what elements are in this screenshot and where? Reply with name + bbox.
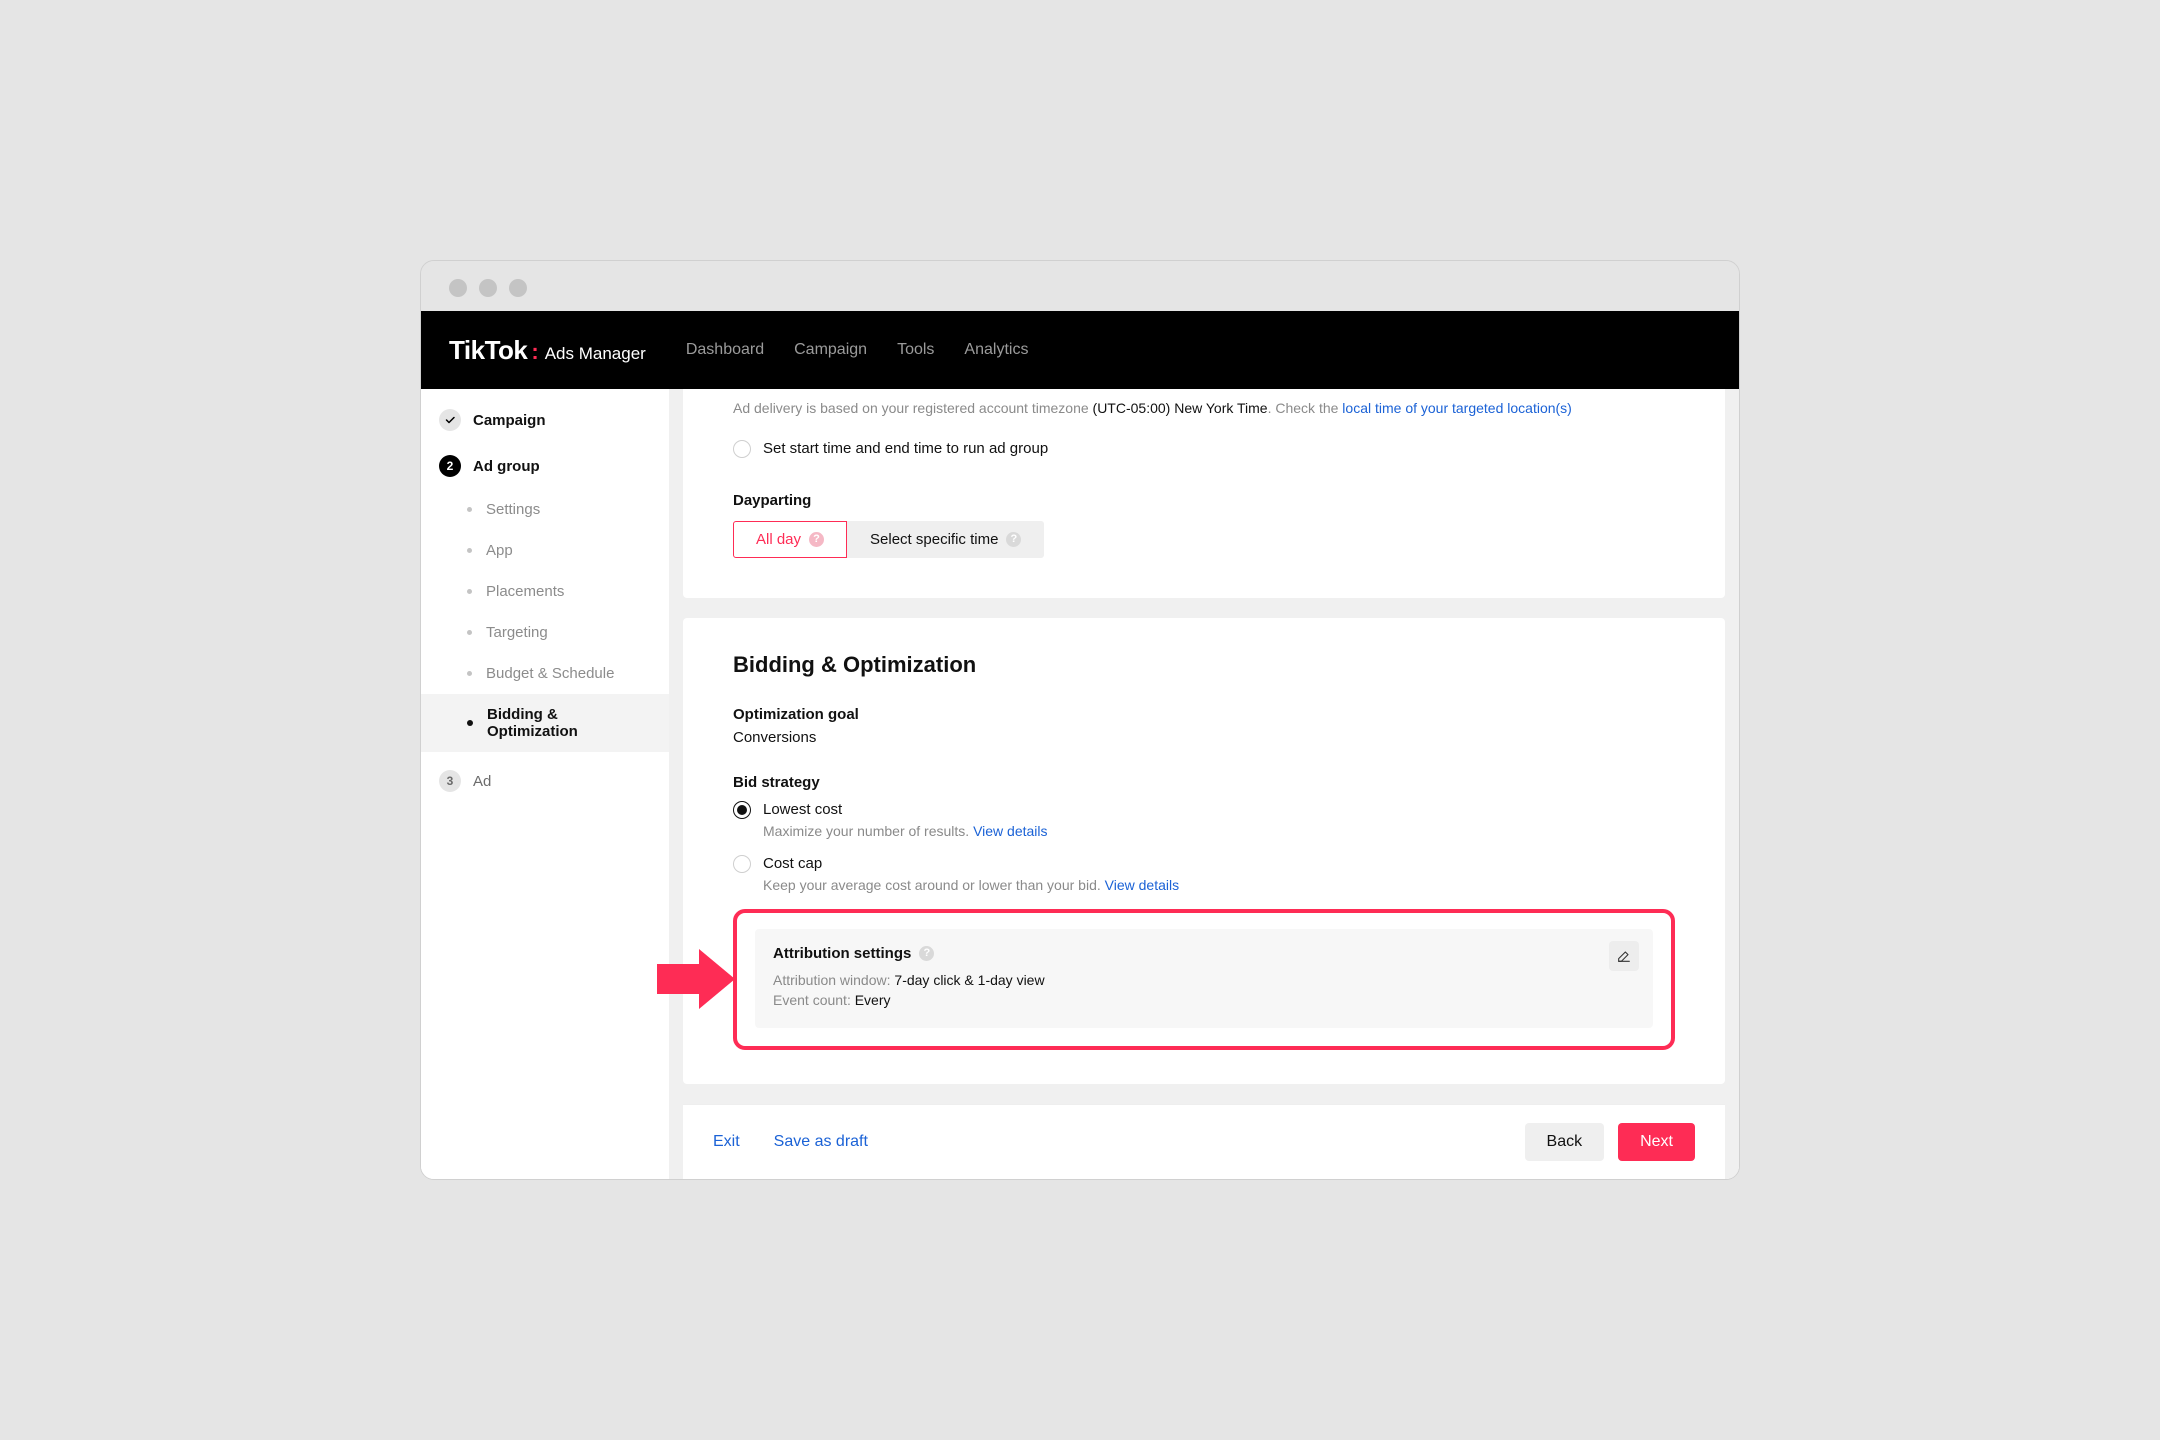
radio-icon xyxy=(733,801,751,819)
schedule-card: Ad delivery is based on your registered … xyxy=(683,389,1725,597)
attribution-window: Attribution window: 7-day click & 1-day … xyxy=(773,972,1635,988)
bullet-icon xyxy=(467,507,472,512)
window-dot[interactable] xyxy=(509,279,527,297)
pencil-icon xyxy=(1616,948,1632,964)
timezone-note: Ad delivery is based on your registered … xyxy=(733,397,1675,419)
step-label: Ad group xyxy=(473,458,540,475)
sidebar: Campaign 2 Ad group Settings App Placeme… xyxy=(421,389,669,1178)
help-icon[interactable]: ? xyxy=(1006,532,1021,547)
dayparting-specific[interactable]: Select specific time ? xyxy=(847,521,1044,558)
radio-icon xyxy=(733,440,751,458)
dayparting-allday[interactable]: All day ? xyxy=(733,521,847,558)
help-icon[interactable]: ? xyxy=(809,532,824,547)
attribution-highlight: Attribution settings ? Attribution windo… xyxy=(733,909,1675,1050)
bid-cost-cap[interactable]: Cost cap xyxy=(733,855,1675,873)
app: TikTok: Ads Manager Dashboard Campaign T… xyxy=(421,311,1739,1178)
save-draft-link[interactable]: Save as draft xyxy=(774,1133,868,1151)
bullet-icon xyxy=(467,589,472,594)
view-details-link[interactable]: View details xyxy=(1105,877,1179,893)
opt-goal-value: Conversions xyxy=(733,729,1675,746)
window-controls xyxy=(421,261,1739,311)
event-count: Event count: Every xyxy=(773,992,1635,1008)
bullet-icon xyxy=(467,548,472,553)
browser-frame: TikTok: Ads Manager Dashboard Campaign T… xyxy=(420,260,1740,1179)
sidebar-item-budget[interactable]: Budget & Schedule xyxy=(421,653,669,694)
brand-name: TikTok xyxy=(449,335,527,366)
opt-goal-label: Optimization goal xyxy=(733,706,1675,723)
bid-strategy-label: Bid strategy xyxy=(733,774,1675,791)
footer-left: Exit Save as draft xyxy=(713,1133,868,1151)
footer-right: Back Next xyxy=(1525,1123,1695,1161)
sidebar-item-targeting[interactable]: Targeting xyxy=(421,612,669,653)
step-label: Campaign xyxy=(473,412,546,429)
step-number-icon: 3 xyxy=(439,770,461,792)
step-label: Ad xyxy=(473,773,491,790)
local-time-link[interactable]: local time of your targeted location(s) xyxy=(1342,400,1572,416)
step-adgroup[interactable]: 2 Ad group xyxy=(421,443,669,489)
brand-colon-icon: : xyxy=(531,339,538,365)
check-icon xyxy=(439,409,461,431)
sidebar-item-bidding[interactable]: Bidding & Optimization xyxy=(421,694,669,752)
back-button[interactable]: Back xyxy=(1525,1123,1605,1161)
step-campaign[interactable]: Campaign xyxy=(421,397,669,443)
edit-attribution-button[interactable] xyxy=(1609,941,1639,971)
nav-tools[interactable]: Tools xyxy=(897,341,934,359)
top-header: TikTok: Ads Manager Dashboard Campaign T… xyxy=(421,311,1739,389)
main-nav: Dashboard Campaign Tools Analytics xyxy=(686,341,1029,359)
main-content: Ad delivery is based on your registered … xyxy=(669,389,1739,1178)
footer-bar: Exit Save as draft Back Next xyxy=(683,1104,1725,1179)
window-dot[interactable] xyxy=(479,279,497,297)
radio-icon xyxy=(733,855,751,873)
dayparting-toggle: All day ? Select specific time ? xyxy=(733,521,1675,558)
bid-lowest-cost[interactable]: Lowest cost xyxy=(733,801,1675,819)
callout-arrow-icon xyxy=(657,949,735,1009)
schedule-radio-start-end[interactable]: Set start time and end time to run ad gr… xyxy=(733,440,1675,458)
attribution-panel: Attribution settings ? Attribution windo… xyxy=(755,929,1653,1028)
sidebar-item-placements[interactable]: Placements xyxy=(421,571,669,612)
bidding-title: Bidding & Optimization xyxy=(733,652,1675,678)
bullet-icon xyxy=(467,671,472,676)
step-number-icon: 2 xyxy=(439,455,461,477)
step-ad[interactable]: 3 Ad xyxy=(421,758,669,804)
body: Campaign 2 Ad group Settings App Placeme… xyxy=(421,389,1739,1178)
attribution-title: Attribution settings ? xyxy=(773,945,1635,962)
nav-campaign[interactable]: Campaign xyxy=(794,341,867,359)
bidding-card: Bidding & Optimization Optimization goal… xyxy=(683,618,1725,1084)
sidebar-item-app[interactable]: App xyxy=(421,530,669,571)
nav-dashboard[interactable]: Dashboard xyxy=(686,341,764,359)
help-icon[interactable]: ? xyxy=(919,946,934,961)
dayparting-label: Dayparting xyxy=(733,492,1675,509)
bullet-icon xyxy=(467,720,473,726)
brand-sub: Ads Manager xyxy=(545,344,646,364)
exit-link[interactable]: Exit xyxy=(713,1133,740,1151)
next-button[interactable]: Next xyxy=(1618,1123,1695,1161)
view-details-link[interactable]: View details xyxy=(973,823,1047,839)
window-dot[interactable] xyxy=(449,279,467,297)
sidebar-item-settings[interactable]: Settings xyxy=(421,489,669,530)
bullet-icon xyxy=(467,630,472,635)
nav-analytics[interactable]: Analytics xyxy=(964,341,1028,359)
bid-options: Lowest cost Maximize your number of resu… xyxy=(733,801,1675,893)
costcap-desc: Keep your average cost around or lower t… xyxy=(763,877,1675,893)
brand[interactable]: TikTok: Ads Manager xyxy=(449,335,646,366)
lowest-desc: Maximize your number of results. View de… xyxy=(763,823,1675,839)
